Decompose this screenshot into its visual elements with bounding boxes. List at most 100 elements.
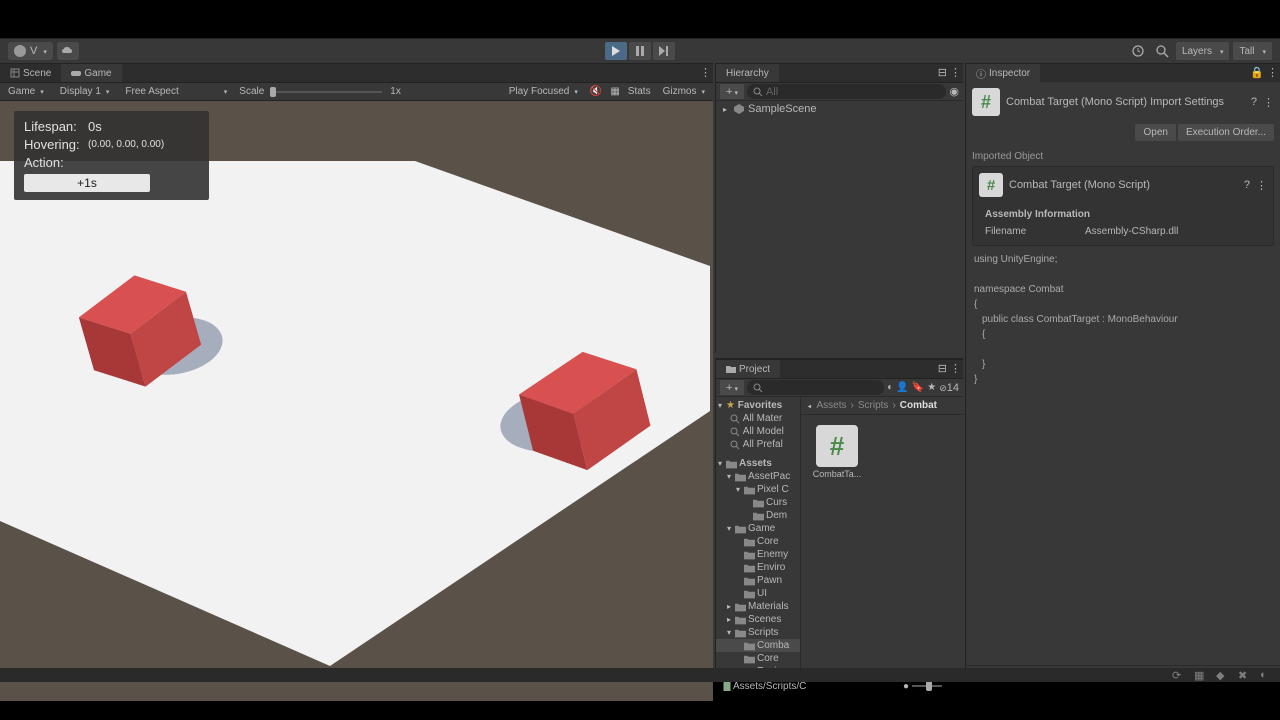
favorites-header[interactable]: ▾★ Favorites bbox=[716, 399, 800, 412]
play-icon bbox=[612, 46, 620, 56]
hierarchy-tabs: Hierarchy ⊟ ⋮ bbox=[716, 63, 963, 82]
tree-folder-item[interactable]: Core bbox=[716, 535, 800, 548]
open-button[interactable]: Open bbox=[1135, 124, 1175, 141]
code-preview: using UnityEngine; namespace Combat{ pub… bbox=[966, 246, 1280, 393]
panel-dock-button[interactable]: ⊟ ⋮ bbox=[938, 66, 961, 79]
plus-one-second-button[interactable]: +1s bbox=[24, 174, 150, 192]
tree-folder-item[interactable]: ▾Scripts bbox=[716, 626, 800, 639]
grid-icon[interactable]: ▦ bbox=[1194, 669, 1206, 681]
cloud-button[interactable] bbox=[57, 42, 79, 60]
breadcrumb-item[interactable]: Combat bbox=[900, 400, 937, 411]
tab-inspector[interactable]: ⓘ Inspector bbox=[966, 64, 1040, 82]
scene-row[interactable]: SampleScene bbox=[716, 101, 963, 117]
tree-folder-item[interactable]: Dem bbox=[716, 509, 800, 522]
project-tabs: Project ⊟ ⋮ bbox=[716, 359, 963, 378]
favorite-item[interactable]: All Model bbox=[716, 425, 800, 438]
project-search[interactable] bbox=[747, 380, 884, 395]
inspector-panel: ⓘ Inspector 🔒 ⋮ # Combat Target (Mono Sc… bbox=[965, 63, 1280, 682]
account-button[interactable]: V bbox=[8, 42, 53, 60]
tree-folder-item[interactable]: Enviro bbox=[716, 561, 800, 574]
breadcrumb-item[interactable]: Assets bbox=[817, 400, 847, 411]
tree-folder-item[interactable]: ▸Materials bbox=[716, 600, 800, 613]
help-button[interactable]: ? bbox=[1244, 179, 1250, 191]
vsync-button[interactable]: ▦ bbox=[610, 86, 619, 97]
pause-button[interactable] bbox=[629, 42, 651, 60]
tree-folder-item[interactable]: ▾Pixel C bbox=[716, 483, 800, 496]
layout-dropdown[interactable]: Tall bbox=[1233, 42, 1272, 60]
hidden-count-button[interactable]: ⊘14 bbox=[939, 382, 959, 394]
tree-folder-item[interactable]: Core bbox=[716, 652, 800, 665]
save-search-button[interactable]: 🔖 bbox=[912, 382, 924, 393]
tree-folder-item[interactable]: UI bbox=[716, 587, 800, 600]
hierarchy-toolbar: + All ◉ bbox=[716, 82, 963, 101]
search-icon bbox=[1155, 44, 1169, 58]
inspector-buttons: Open Execution Order... bbox=[966, 122, 1280, 143]
gizmos-dropdown[interactable]: Gizmos bbox=[659, 86, 709, 97]
tree-folder-item[interactable]: ▾AssetPac bbox=[716, 470, 800, 483]
create-button[interactable]: + bbox=[720, 84, 744, 99]
undo-history-button[interactable] bbox=[1128, 42, 1148, 60]
step-button[interactable] bbox=[653, 42, 675, 60]
tree-folder-item[interactable]: ▾Game bbox=[716, 522, 800, 535]
game-panel: Scene Game ⋮ Game Display 1 Free Aspect … bbox=[0, 63, 713, 682]
folder-icon bbox=[726, 364, 736, 374]
project-toolbar: + ◐ 👤 🔖 ★ ⊘14 bbox=[716, 378, 963, 397]
search-button[interactable] bbox=[1152, 42, 1172, 60]
filename-label: Filename bbox=[985, 226, 1085, 237]
project-breadcrumb: Assets› Scripts› Combat bbox=[801, 397, 963, 415]
play-button[interactable] bbox=[605, 42, 627, 60]
tab-hierarchy[interactable]: Hierarchy bbox=[716, 64, 779, 82]
asset-script-item[interactable]: # CombatTa... bbox=[811, 425, 863, 479]
breadcrumb-item[interactable]: Scripts bbox=[858, 400, 889, 411]
activity-icon[interactable]: ◐ bbox=[1260, 669, 1272, 681]
scale-value: 1x bbox=[390, 86, 401, 97]
grid-size-slider[interactable]: ● bbox=[903, 681, 957, 692]
tree-folder-item[interactable]: Enemy bbox=[716, 548, 800, 561]
asset-grid[interactable]: # CombatTa... bbox=[801, 415, 963, 489]
toolbar-right: Layers Tall bbox=[1128, 42, 1272, 60]
step-icon bbox=[659, 46, 669, 56]
tree-folder-item[interactable]: Curs bbox=[716, 496, 800, 509]
execution-order-button[interactable]: Execution Order... bbox=[1178, 124, 1274, 141]
hierarchy-search[interactable]: All bbox=[747, 84, 946, 99]
game-view[interactable]: Lifespan:0s Hovering:(0.00, 0.00, 0.00) … bbox=[0, 101, 713, 701]
menu-button[interactable]: ⋮ bbox=[1263, 96, 1274, 109]
layers-dropdown[interactable]: Layers bbox=[1176, 42, 1230, 60]
favorite-button[interactable]: ★ bbox=[927, 382, 936, 393]
expand-toggle[interactable] bbox=[720, 103, 730, 115]
favorite-item[interactable]: All Mater bbox=[716, 412, 800, 425]
panel-lock-button[interactable]: 🔒 ⋮ bbox=[1250, 66, 1278, 79]
assets-header[interactable]: ▾Assets bbox=[716, 457, 800, 470]
bug-icon[interactable]: ✖ bbox=[1238, 669, 1250, 681]
tree-folder-item[interactable]: Pawn bbox=[716, 574, 800, 587]
tree-folder-item[interactable]: Comba bbox=[716, 639, 800, 652]
back-button[interactable] bbox=[804, 403, 815, 409]
panel-dock-button[interactable]: ⊟ ⋮ bbox=[938, 362, 961, 375]
cache-icon[interactable]: ◆ bbox=[1216, 669, 1228, 681]
auto-refresh-icon[interactable]: ⟳ bbox=[1172, 669, 1184, 681]
scene-picker-button[interactable]: ◉ bbox=[949, 85, 959, 98]
tree-folder-item[interactable]: ▸Scenes bbox=[716, 613, 800, 626]
filter-by-label-button[interactable]: 👤 bbox=[896, 382, 908, 393]
help-button[interactable]: ? bbox=[1251, 96, 1257, 108]
filter-by-type-button[interactable]: ◐ bbox=[887, 382, 893, 393]
tab-game[interactable]: Game bbox=[61, 64, 121, 82]
game-mode-dropdown[interactable]: Game bbox=[4, 86, 48, 97]
inspector-title: Combat Target (Mono Script) Import Setti… bbox=[1006, 96, 1245, 108]
scene-game-tabs: Scene Game ⋮ bbox=[0, 63, 713, 82]
project-panel: Project ⊟ ⋮ + ◐ 👤 🔖 ★ ⊘14 ▾★ Favorites A… bbox=[715, 358, 963, 682]
tab-project[interactable]: Project bbox=[716, 360, 780, 378]
display-dropdown[interactable]: Display 1 bbox=[56, 86, 114, 97]
panel-menu[interactable]: ⋮ bbox=[700, 66, 711, 79]
stats-button[interactable]: Stats bbox=[628, 86, 651, 97]
mute-button[interactable]: 🔇 bbox=[590, 86, 602, 97]
scale-slider[interactable] bbox=[272, 91, 382, 93]
create-asset-button[interactable]: + bbox=[720, 380, 744, 395]
favorite-item[interactable]: All Prefal bbox=[716, 438, 800, 451]
tab-scene[interactable]: Scene bbox=[0, 64, 61, 82]
aspect-dropdown[interactable]: Free Aspect bbox=[121, 86, 231, 97]
menu-button[interactable]: ⋮ bbox=[1256, 179, 1267, 192]
lifespan-label: Lifespan: bbox=[24, 119, 88, 134]
play-focused-dropdown[interactable]: Play Focused bbox=[505, 86, 582, 97]
game-icon bbox=[71, 68, 81, 78]
